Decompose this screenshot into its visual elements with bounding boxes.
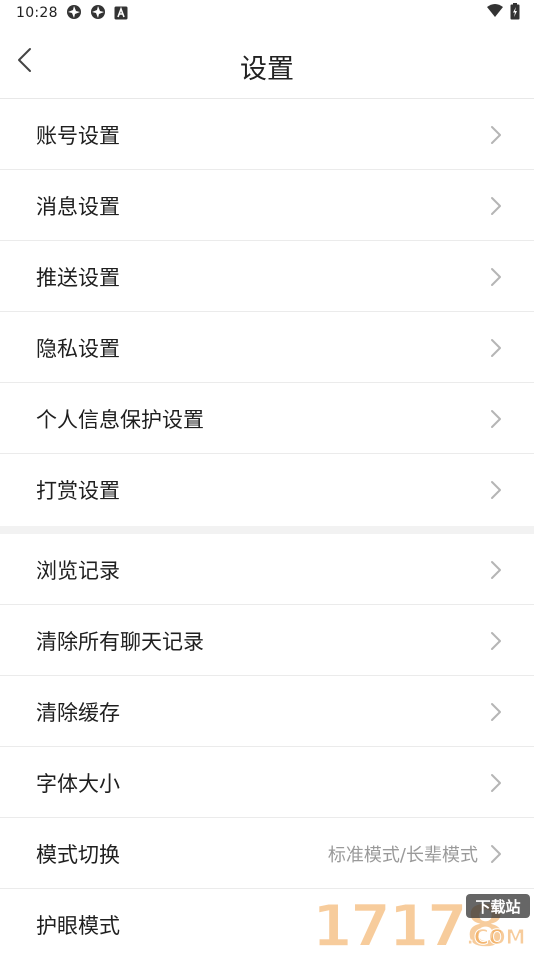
settings-item-label: 模式切换 bbox=[36, 842, 120, 867]
settings-item-label: 打赏设置 bbox=[36, 478, 120, 503]
settings-item-personal-info-protection[interactable]: 个人信息保护设置 bbox=[0, 383, 534, 454]
chevron-right-icon bbox=[491, 480, 501, 499]
settings-item-tipping[interactable]: 打赏设置 bbox=[0, 454, 534, 525]
settings-item-label: 消息设置 bbox=[36, 194, 120, 219]
chevron-right-icon bbox=[491, 409, 501, 428]
battery-icon bbox=[510, 2, 520, 24]
settings-item-label: 清除所有聊天记录 bbox=[36, 629, 204, 654]
wifi-icon bbox=[486, 3, 504, 23]
settings-item-clear-chat-history[interactable]: 清除所有聊天记录 bbox=[0, 605, 534, 676]
aperture-icon bbox=[66, 4, 82, 24]
header: 设置 bbox=[0, 28, 534, 98]
settings-item-label: 个人信息保护设置 bbox=[36, 407, 204, 432]
settings-item-label: 护眼模式 bbox=[36, 913, 120, 938]
page-title: 设置 bbox=[240, 54, 294, 85]
chevron-right-icon bbox=[491, 631, 501, 650]
chevron-right-icon bbox=[491, 773, 501, 792]
chevron-right-icon bbox=[491, 196, 501, 215]
settings-item-privacy[interactable]: 隐私设置 bbox=[0, 312, 534, 383]
watermark-logo: 17178 下载站 .COM bbox=[306, 890, 532, 960]
section-separator bbox=[0, 526, 534, 534]
aperture-icon bbox=[90, 4, 106, 24]
chevron-right-icon bbox=[491, 702, 501, 721]
a-icon bbox=[114, 5, 128, 24]
settings-item-browsing-history[interactable]: 浏览记录 bbox=[0, 534, 534, 605]
chevron-right-icon bbox=[491, 338, 501, 357]
status-bar: 10:28 bbox=[0, 0, 534, 28]
settings-item-label: 浏览记录 bbox=[36, 558, 120, 583]
chevron-right-icon bbox=[491, 267, 501, 286]
settings-item-font-size[interactable]: 字体大小 bbox=[0, 747, 534, 818]
settings-item-mode-switch[interactable]: 模式切换 标准模式/长辈模式 bbox=[0, 818, 534, 889]
settings-item-label: 账号设置 bbox=[36, 123, 120, 148]
settings-item-messages[interactable]: 消息设置 bbox=[0, 170, 534, 241]
settings-item-label: 隐私设置 bbox=[36, 336, 120, 361]
settings-item-account[interactable]: 账号设置 bbox=[0, 99, 534, 170]
settings-item-clear-cache[interactable]: 清除缓存 bbox=[0, 676, 534, 747]
settings-item-value: 标准模式/长辈模式 bbox=[327, 844, 478, 866]
status-notification-icons bbox=[66, 4, 128, 24]
status-time: 10:28 bbox=[16, 5, 58, 21]
settings-item-push[interactable]: 推送设置 bbox=[0, 241, 534, 312]
watermark-suffix: .COM bbox=[466, 925, 525, 949]
settings-item-label: 清除缓存 bbox=[36, 700, 120, 725]
watermark-tag: 下载站 bbox=[475, 898, 520, 916]
chevron-right-icon bbox=[491, 844, 501, 863]
status-system-icons bbox=[486, 2, 520, 24]
chevron-right-icon bbox=[491, 560, 501, 579]
settings-item-label: 推送设置 bbox=[36, 265, 120, 290]
chevron-right-icon bbox=[491, 125, 501, 144]
settings-item-label: 字体大小 bbox=[36, 771, 120, 796]
